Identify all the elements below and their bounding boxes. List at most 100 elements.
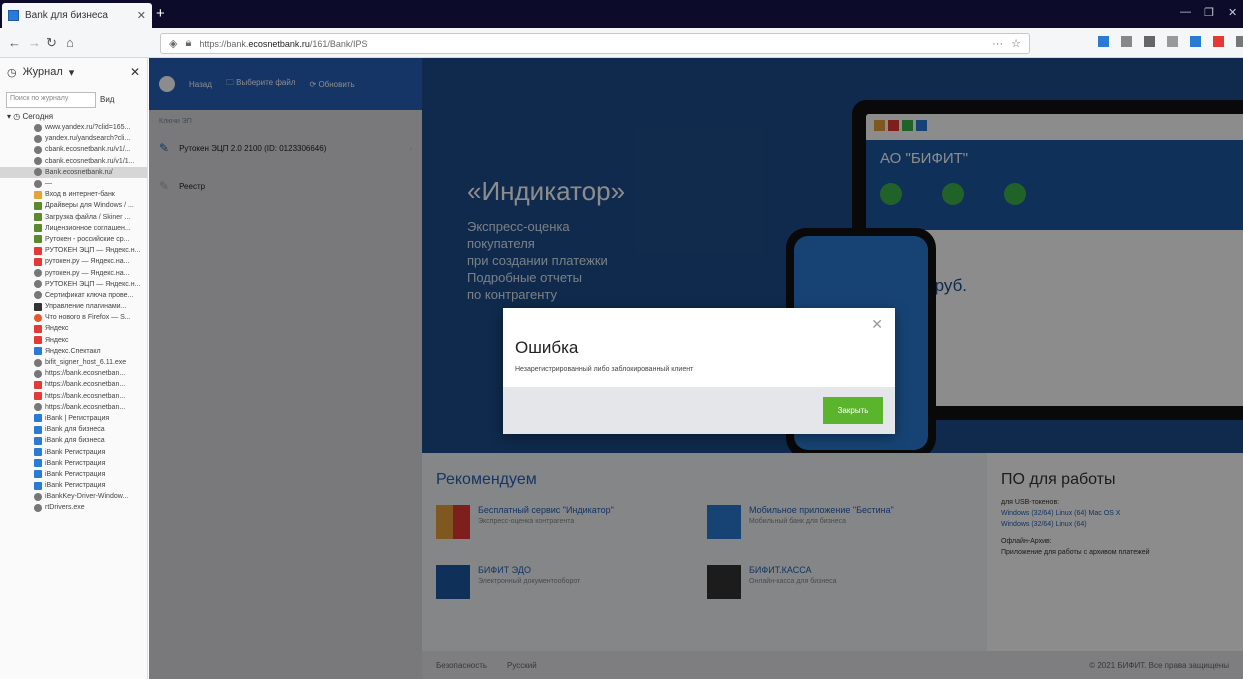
- history-item-label: iBank Регистрация: [45, 482, 106, 490]
- globe-icon: [34, 157, 42, 166]
- history-sidebar: ◷ Журнал ▾ ✕ Поиск по журналу Вид ▾ ◷ Се…: [0, 58, 148, 679]
- maximize-button[interactable]: ❐: [1204, 6, 1214, 19]
- close-button[interactable]: Закрыть: [823, 397, 883, 424]
- history-item[interactable]: iBank Регистрация: [0, 458, 147, 469]
- sidebar-title[interactable]: Журнал: [23, 66, 63, 78]
- back-arrow-icon[interactable]: ←: [8, 35, 21, 50]
- page-actions-icon[interactable]: ···: [992, 38, 1003, 50]
- sidebar-toggle-icon[interactable]: [1144, 36, 1155, 47]
- download-icon[interactable]: [1098, 36, 1109, 47]
- history-item[interactable]: Bank.ecosnetbank.ru/: [0, 166, 147, 178]
- yandex-icon: [34, 257, 42, 266]
- history-item[interactable]: Вход в интернет-банк: [0, 189, 147, 200]
- dialog-close-icon[interactable]: ✕: [871, 316, 883, 333]
- history-item[interactable]: Управление плагинами...: [0, 301, 147, 312]
- lock-icon[interactable]: 🔒︎: [185, 37, 191, 50]
- shield-icon[interactable]: ◈: [169, 37, 177, 50]
- forward-arrow-icon[interactable]: →: [28, 35, 41, 50]
- browser-tab[interactable]: Bank для бизнеса ✕: [2, 3, 152, 28]
- history-item-label: Лицензионное соглашен...: [45, 224, 131, 232]
- history-item[interactable]: www.yandex.ru/?clid=165...: [0, 122, 147, 133]
- history-item[interactable]: iBankKey-Driver-Window...: [0, 491, 147, 502]
- history-item-label: рутокен.ру — Яндекс.на...: [45, 269, 130, 277]
- bookmark-star-icon[interactable]: ☆: [1011, 37, 1021, 50]
- history-item[interactable]: cbank.ecosnetbank.ru/v1/...: [0, 144, 147, 155]
- ibank-icon: [34, 425, 42, 434]
- history-item[interactable]: Что нового в Firefox — S...: [0, 312, 147, 323]
- library-icon[interactable]: [1121, 36, 1132, 47]
- history-item[interactable]: iBank для бизнеса: [0, 435, 147, 446]
- history-item[interactable]: Лицензионное соглашен...: [0, 223, 147, 234]
- history-item-label: Яндекс: [45, 336, 69, 344]
- history-group-today[interactable]: ▾ ◷ Сегодня: [0, 108, 147, 122]
- history-item[interactable]: https://bank.ecosnetban...: [0, 379, 147, 390]
- history-item[interactable]: —: [0, 178, 147, 189]
- menu-icon[interactable]: [1236, 36, 1243, 47]
- home-icon[interactable]: ⌂: [66, 35, 74, 50]
- reload-icon[interactable]: ↻: [46, 35, 57, 51]
- history-item[interactable]: рутокен.ру — Яндекс.на...: [0, 256, 147, 267]
- yandex-icon: [34, 392, 42, 401]
- history-item[interactable]: https://bank.ecosnetban...: [0, 402, 147, 413]
- url-bar[interactable]: ◈ 🔒︎ https://bank.ecosnetbank.ru/161/Ban…: [160, 33, 1030, 54]
- browser-tab-bar: Bank для бизнеса ✕ + — ❐ ✕: [0, 0, 1243, 28]
- history-item[interactable]: iBank Регистрация: [0, 469, 147, 480]
- page-content: Назад 🗀︎ Выберите файл ⟳ Обновить Ключи …: [149, 58, 1243, 679]
- history-item[interactable]: рутокен.ру — Яндекс.на...: [0, 267, 147, 278]
- error-dialog: ✕ Ошибка Незарегистрированный либо забло…: [503, 308, 895, 434]
- history-item[interactable]: РУТОКЕН ЭЦП — Яндекс.н...: [0, 279, 147, 290]
- browser-nav-bar: ← → ↻ ⌂ ◈ 🔒︎ https://bank.ecosnetbank.ru…: [0, 28, 1243, 58]
- history-item-label: https://bank.ecosnetban...: [45, 370, 126, 378]
- history-item[interactable]: https://bank.ecosnetban...: [0, 391, 147, 402]
- close-window-button[interactable]: ✕: [1228, 6, 1237, 19]
- history-item-label: iBank для бизнеса: [45, 437, 105, 445]
- extension-icon[interactable]: [1167, 36, 1178, 47]
- history-item[interactable]: Драйверы для Windows / ...: [0, 200, 147, 211]
- ibank-icon: [34, 448, 42, 457]
- history-item[interactable]: Рутокен - российские ср...: [0, 234, 147, 245]
- history-item[interactable]: iBank Регистрация: [0, 446, 147, 457]
- yandex-icon: [34, 246, 42, 255]
- history-item-label: iBank | Регистрация: [45, 414, 110, 422]
- history-item[interactable]: РУТОКЕН ЭЦП — Яндекс.н...: [0, 245, 147, 256]
- history-item[interactable]: iBank Регистрация: [0, 480, 147, 491]
- history-item[interactable]: Яндекс.Спектакл: [0, 346, 147, 357]
- minimize-button[interactable]: —: [1180, 6, 1191, 18]
- history-item-label: Сертификат ключа прове...: [45, 291, 134, 299]
- new-tab-button[interactable]: +: [156, 5, 165, 22]
- view-button[interactable]: Вид: [100, 92, 114, 108]
- sidebar-header: ◷ Журнал ▾ ✕: [0, 58, 147, 86]
- globe-icon: [34, 503, 42, 512]
- history-item-label: Рутокен - российские ср...: [45, 235, 130, 243]
- history-item[interactable]: yandex.ru/yandsearch?cli...: [0, 133, 147, 144]
- history-search-input[interactable]: Поиск по журналу: [6, 92, 96, 108]
- adblock-icon[interactable]: [1213, 36, 1224, 47]
- tab-title: Bank для бизнеса: [25, 10, 108, 21]
- history-item[interactable]: Яндекс: [0, 323, 147, 334]
- globe-icon: [34, 403, 42, 412]
- history-item-label: www.yandex.ru/?clid=165...: [45, 124, 131, 132]
- history-item[interactable]: cbank.ecosnetbank.ru/v1/1...: [0, 156, 147, 167]
- history-item-label: https://bank.ecosnetban...: [45, 381, 126, 389]
- history-item-label: https://bank.ecosnetban...: [45, 403, 126, 411]
- history-item[interactable]: Яндекс: [0, 335, 147, 346]
- history-item-label: iBankKey-Driver-Window...: [45, 493, 129, 501]
- history-item[interactable]: iBank для бизнеса: [0, 424, 147, 435]
- history-item[interactable]: iBank | Регистрация: [0, 413, 147, 424]
- history-item[interactable]: https://bank.ecosnetban...: [0, 368, 147, 379]
- ibank-icon: [34, 481, 42, 490]
- yandex-market-icon[interactable]: [1190, 36, 1201, 47]
- globe-icon: [34, 492, 42, 501]
- history-item[interactable]: bifit_signer_host_6.11.exe: [0, 357, 147, 368]
- history-item[interactable]: Сертификат ключа прове...: [0, 290, 147, 301]
- history-item[interactable]: Загрузка файла / Skiner ...: [0, 212, 147, 223]
- globe-icon: [34, 179, 42, 188]
- globe-icon: [34, 280, 42, 289]
- url-text[interactable]: https://bank.ecosnetbank.ru/161/Bank/IPS: [199, 39, 984, 49]
- chevron-down-icon[interactable]: ▾: [69, 66, 75, 79]
- sidebar-close-icon[interactable]: ✕: [130, 65, 140, 79]
- history-item[interactable]: rtDrivers.exe: [0, 502, 147, 513]
- globe-icon: [34, 123, 42, 132]
- dialog-title: Ошибка: [515, 338, 579, 357]
- tab-close-icon[interactable]: ✕: [137, 9, 146, 22]
